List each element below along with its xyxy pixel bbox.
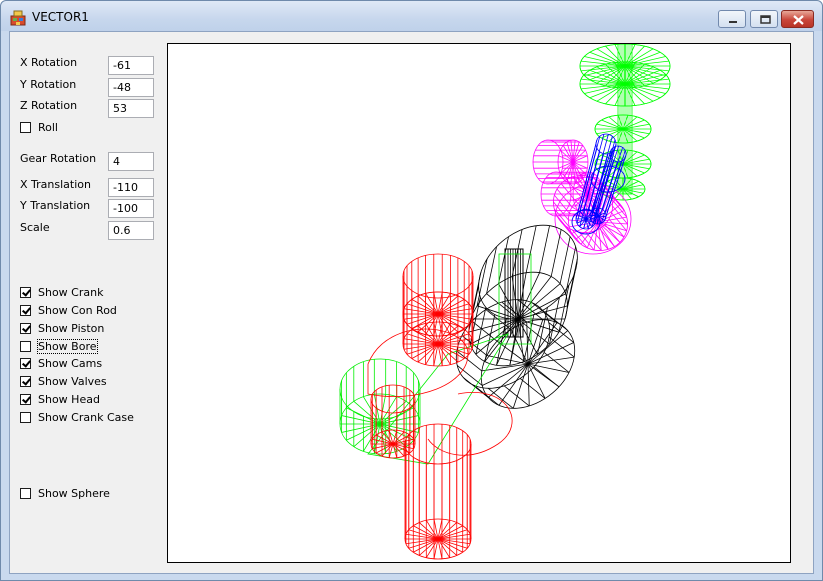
piston-body-edge: [486, 246, 497, 294]
show-crank-case-checkbox[interactable]: Show Crank Case: [20, 410, 134, 424]
show-bore-checkbox-box[interactable]: [20, 340, 31, 352]
show-sphere-label: Show Sphere: [38, 486, 110, 500]
minimize-icon: [729, 21, 737, 23]
piston-body-edge: [566, 258, 578, 306]
head-guide-1: [594, 114, 652, 144]
app-window: VECTOR1 X Rotation Y Rotation Z Rotation: [0, 0, 823, 581]
piston-body-spoke: [517, 293, 566, 320]
roll-checkbox[interactable]: Roll: [20, 120, 58, 134]
head-guide-2-spoke: [622, 163, 650, 170]
scale-label: Scale: [20, 221, 50, 234]
show-sphere-checkbox-box[interactable]: [20, 487, 31, 499]
piston-skirt-edge: [543, 352, 570, 373]
cam-wheel-wire-spoke: [597, 221, 625, 238]
show-head-checkbox-box[interactable]: [20, 393, 31, 405]
show-con-rod-checkbox-box[interactable]: [20, 304, 31, 316]
show-con-rod-label: Show Con Rod: [38, 303, 117, 317]
head-guide-1-spoke: [596, 123, 624, 130]
roll-checkbox-box[interactable]: [20, 121, 31, 133]
piston-skirt-edge: [471, 320, 498, 342]
crank-pin-end-0: [370, 384, 416, 414]
z-rotation-label: Z Rotation: [20, 99, 78, 112]
title-bar[interactable]: VECTOR1: [1, 1, 822, 31]
z-rotation-input[interactable]: [108, 99, 154, 118]
show-piston-checkbox-box[interactable]: [20, 322, 31, 334]
head-guide-1-spoke: [596, 128, 624, 135]
show-cams-checkbox-box[interactable]: [20, 357, 31, 369]
y-rotation-label: Y Rotation: [20, 78, 77, 91]
show-valves-checkbox-box[interactable]: [20, 375, 31, 387]
piston-body-edge: [550, 229, 562, 277]
show-cams-checkbox[interactable]: Show Cams: [20, 356, 102, 370]
y-translation-input[interactable]: [108, 199, 154, 218]
show-crank-label: Show Crank: [38, 285, 104, 299]
x-rotation-label: X Rotation: [20, 56, 78, 69]
show-head-label: Show Head: [38, 392, 100, 406]
x-translation-input[interactable]: [108, 178, 154, 197]
scale-input[interactable]: [108, 221, 154, 240]
show-bore-label: Show Bore: [37, 338, 98, 354]
crank-web-upper-end-0: [402, 253, 474, 299]
piston-body-edge: [565, 246, 577, 294]
x-rotation-input[interactable]: [108, 56, 154, 75]
show-crank-checkbox-box[interactable]: [20, 286, 31, 298]
show-crank-case-checkbox-box[interactable]: [20, 411, 31, 423]
maximize-icon: [760, 15, 771, 24]
head-disc: [579, 61, 671, 107]
show-head-checkbox[interactable]: Show Head: [20, 392, 100, 406]
close-button[interactable]: [781, 10, 814, 28]
gear-rotation-label: Gear Rotation: [20, 152, 97, 165]
piston-skirt-edge: [519, 378, 546, 399]
show-con-rod-checkbox[interactable]: Show Con Rod: [20, 303, 117, 317]
show-valves-checkbox[interactable]: Show Valves: [20, 374, 107, 388]
minimize-button[interactable]: [718, 10, 746, 28]
show-bore-checkbox[interactable]: Show Bore: [20, 338, 98, 354]
app-icon: [10, 10, 26, 26]
show-crank-case-label: Show Crank Case: [38, 410, 134, 424]
gear-rotation-input[interactable]: [108, 152, 154, 171]
y-rotation-input[interactable]: [108, 78, 154, 97]
crank-web-upper: [402, 253, 474, 337]
show-piston-checkbox[interactable]: Show Piston: [20, 321, 104, 335]
piston-body-edge: [539, 225, 550, 273]
cam-wheel-wire-edge: [585, 232, 602, 251]
show-crank-checkbox[interactable]: Show Crank: [20, 285, 103, 299]
piston-skirt-edge: [487, 388, 514, 409]
y-translation-label: Y Translation: [20, 199, 91, 212]
piston-body-spoke: [517, 272, 527, 320]
head-guide-2-spoke: [622, 158, 650, 165]
show-cams-label: Show Cams: [38, 356, 103, 370]
maximize-button[interactable]: [750, 10, 778, 28]
head-guide-1-spoke: [622, 128, 650, 135]
crank-web-mid: [402, 291, 474, 367]
x-translation-label: X Translation: [20, 178, 91, 191]
show-piston-label: Show Piston: [38, 321, 105, 335]
roll-label: Roll: [38, 120, 58, 134]
client-area: X Rotation Y Rotation Z Rotation Roll Ge…: [9, 31, 814, 574]
show-sphere-checkbox[interactable]: Show Sphere: [20, 486, 110, 500]
show-valves-label: Show Valves: [38, 374, 107, 388]
head-guide-1-spoke: [622, 123, 650, 130]
head-guide-3-spoke: [622, 188, 639, 198]
con-rod-big-end: [339, 358, 421, 455]
head-guide-3-spoke: [622, 180, 639, 190]
piston-skirt-edge: [503, 385, 530, 407]
render-viewport[interactable]: [167, 43, 791, 563]
engine-wireframe: [339, 44, 671, 560]
piston-body-edge: [559, 236, 571, 284]
window-title: VECTOR1: [32, 10, 89, 24]
close-icon: [793, 15, 804, 25]
